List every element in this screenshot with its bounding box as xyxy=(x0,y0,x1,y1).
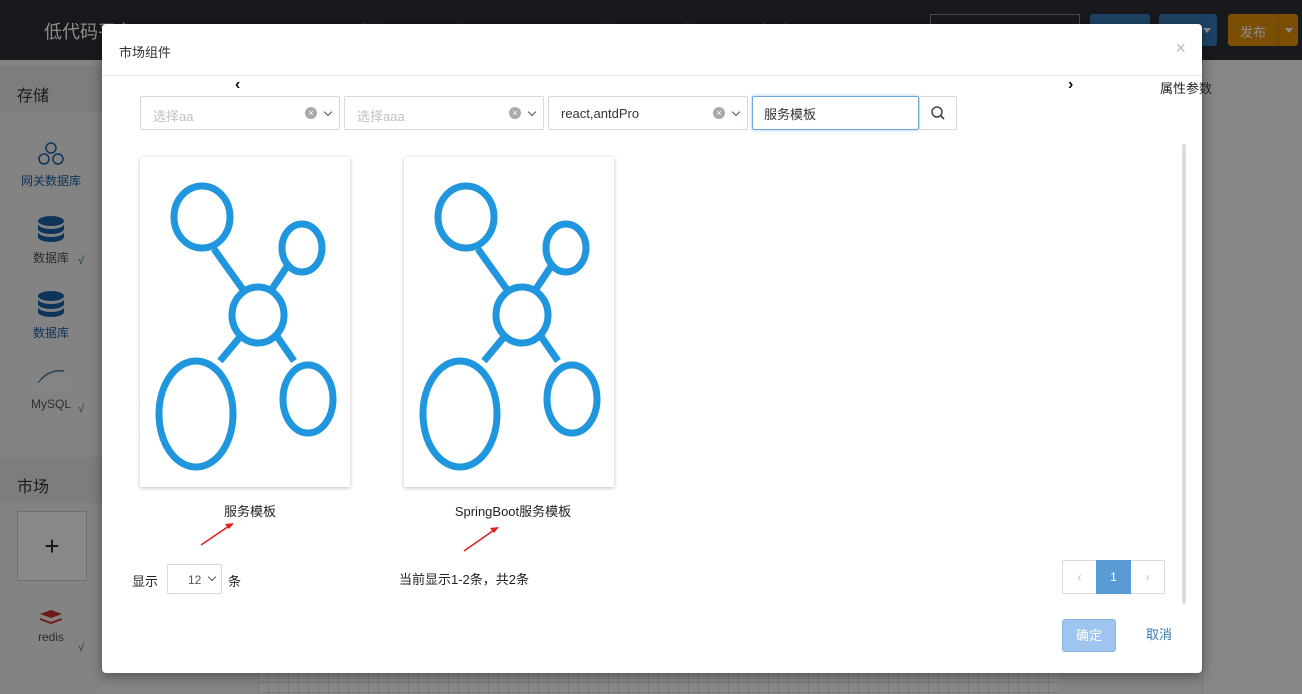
page-button-current[interactable]: 1 xyxy=(1096,560,1131,594)
search-button[interactable] xyxy=(919,96,957,130)
filter-select-2[interactable]: 选择aaa × xyxy=(344,96,544,130)
clear-icon[interactable]: × xyxy=(305,107,317,119)
filter-select-placeholder: 选择aa xyxy=(153,109,194,124)
pager: ‹ 1 › xyxy=(1062,560,1165,594)
chevron-down-icon[interactable] xyxy=(324,106,334,120)
clear-icon[interactable]: × xyxy=(713,107,725,119)
component-card[interactable] xyxy=(404,157,614,487)
filter-select-placeholder: 选择aaa xyxy=(357,109,405,124)
component-card-title[interactable]: 服务模板 xyxy=(220,501,280,520)
chevron-down-icon[interactable] xyxy=(208,572,218,584)
filter-select-1[interactable]: 选择aa × xyxy=(140,96,340,130)
page-size-select[interactable]: 12 xyxy=(167,564,222,594)
modal-header: 市场组件 × xyxy=(102,24,1202,76)
clear-icon[interactable]: × xyxy=(509,107,521,119)
filter-select-3[interactable]: react,antdPro × xyxy=(548,96,748,130)
next-arrow-icon[interactable]: › xyxy=(1068,76,1073,94)
filter-select-value: react,antdPro xyxy=(561,106,640,121)
market-components-modal: 市场组件 × ‹ › 属性参数 选择aa × 选择aaa × react,ant… xyxy=(102,24,1212,673)
component-card[interactable] xyxy=(140,157,350,487)
modal-scrollbar[interactable] xyxy=(1182,144,1186,604)
annotation-arrow-icon xyxy=(200,523,234,546)
properties-panel-header: 属性参数 xyxy=(1160,81,1213,96)
prev-arrow-icon[interactable]: ‹ xyxy=(235,76,240,94)
pagination-bar: 显示 12 条 当前显示1-2条，共2条 ‹ 1 › xyxy=(132,560,1172,594)
component-card-title[interactable]: SpringBoot服务模板 xyxy=(448,501,578,520)
modal-title: 市场组件 xyxy=(119,45,172,60)
page-size-value: 12 xyxy=(188,573,202,587)
close-icon[interactable]: × xyxy=(1175,38,1186,59)
network-graph-icon xyxy=(155,182,337,471)
next-page-button[interactable]: › xyxy=(1130,560,1165,594)
chevron-down-icon[interactable] xyxy=(732,106,742,120)
network-graph-icon xyxy=(419,182,601,471)
chevron-down-icon[interactable] xyxy=(528,106,538,120)
page-size-label: 显示 xyxy=(132,574,159,589)
search-input[interactable] xyxy=(752,96,919,130)
pagination-summary: 当前显示1-2条，共2条 xyxy=(399,572,530,587)
confirm-button[interactable]: 确定 xyxy=(1062,619,1116,652)
annotation-arrow-icon xyxy=(463,527,499,552)
search-icon xyxy=(931,106,945,120)
prev-page-button[interactable]: ‹ xyxy=(1062,560,1097,594)
page-size-unit: 条 xyxy=(228,574,242,589)
cancel-button[interactable]: 取消 xyxy=(1132,619,1186,652)
